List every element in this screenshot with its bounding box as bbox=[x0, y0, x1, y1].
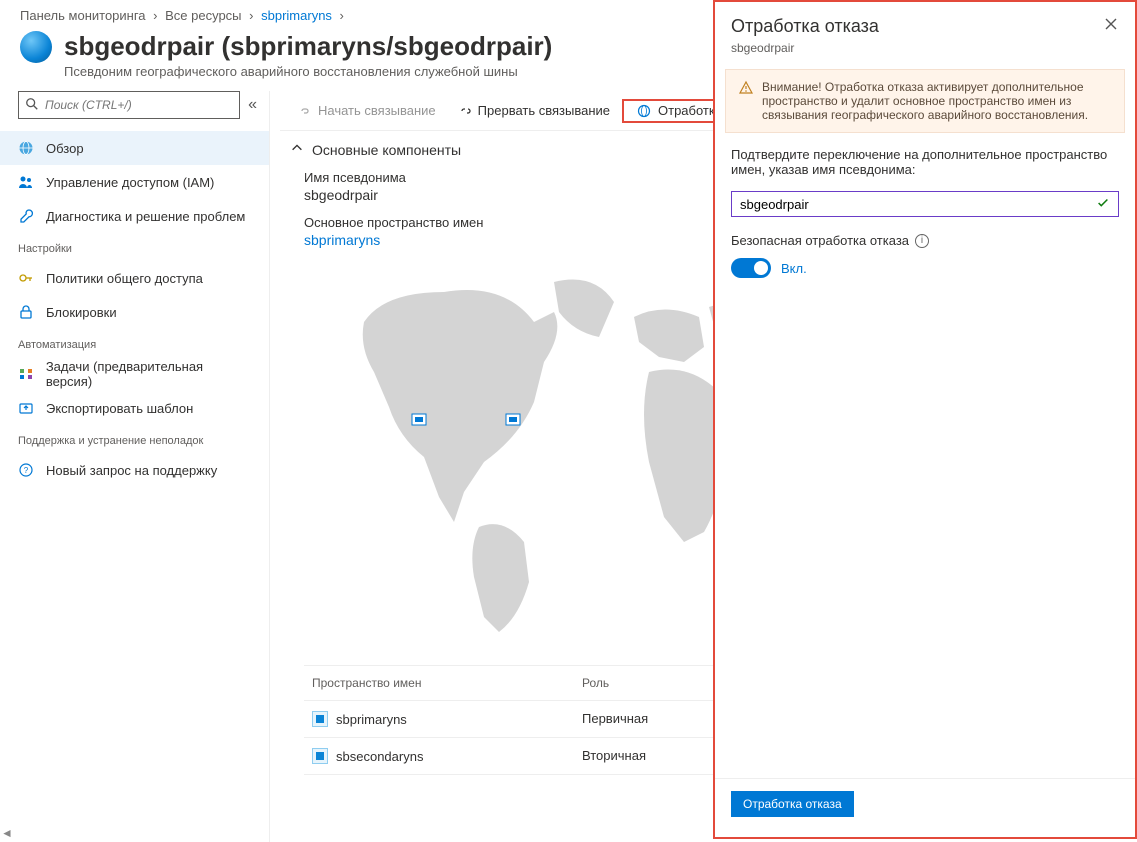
breadcrumb-item[interactable]: Все ресурсы bbox=[165, 8, 241, 23]
svg-text:?: ? bbox=[24, 466, 29, 475]
breadcrumb-item[interactable]: Панель мониторинга bbox=[20, 8, 146, 23]
warning-banner: Внимание! Отработка отказа активирует до… bbox=[725, 69, 1125, 133]
search-input[interactable] bbox=[18, 91, 240, 119]
close-button[interactable] bbox=[1103, 16, 1119, 37]
failover-submit-button[interactable]: Отработка отказа bbox=[731, 791, 854, 817]
namespace-icon bbox=[312, 711, 328, 727]
globe-icon bbox=[20, 31, 52, 63]
sidebar-section-settings: Настройки bbox=[0, 233, 269, 261]
page-subtitle: Псевдоним географического аварийного вос… bbox=[64, 64, 552, 79]
sidebar-item-label: Политики общего доступа bbox=[46, 271, 203, 286]
unlink-icon bbox=[456, 103, 472, 119]
scroll-left-icon[interactable]: ◄ bbox=[0, 825, 14, 841]
sidebar-section-support: Поддержка и устранение неполадок bbox=[0, 425, 269, 453]
export-icon bbox=[18, 400, 36, 416]
safe-failover-toggle[interactable] bbox=[731, 258, 771, 278]
sidebar-item-shared-access[interactable]: Политики общего доступа bbox=[0, 261, 269, 295]
globe-icon bbox=[636, 103, 652, 119]
sidebar-item-label: Задачи (предварительная версия) bbox=[46, 359, 251, 389]
chevron-right-icon: › bbox=[153, 8, 157, 23]
sidebar-item-label: Обзор bbox=[46, 141, 84, 156]
alias-confirm-input[interactable] bbox=[731, 191, 1119, 217]
toolbar-start-pairing[interactable]: Начать связывание bbox=[288, 91, 444, 130]
sidebar-item-new-support[interactable]: ? Новый запрос на поддержку bbox=[0, 453, 269, 487]
sidebar-item-label: Диагностика и решение проблем bbox=[46, 209, 245, 224]
confirm-instruction: Подтвердите переключение на дополнительн… bbox=[731, 147, 1119, 177]
toolbar-break-pairing[interactable]: Прервать связывание bbox=[448, 91, 618, 130]
sidebar-item-diagnostics[interactable]: Диагностика и решение проблем bbox=[0, 199, 269, 233]
breadcrumb-item[interactable]: sbprimaryns bbox=[261, 8, 332, 23]
sidebar-item-iam[interactable]: Управление доступом (IAM) bbox=[0, 165, 269, 199]
sidebar-item-overview[interactable]: Обзор bbox=[0, 131, 269, 165]
failover-blade: Отработка отказа sbgeodrpair Внимание! О… bbox=[713, 0, 1137, 839]
check-icon bbox=[1096, 196, 1110, 213]
namespace-icon bbox=[312, 748, 328, 764]
warning-icon bbox=[738, 80, 754, 122]
chevron-right-icon: › bbox=[340, 8, 344, 23]
safe-failover-label: Безопасная отработка отказа bbox=[731, 233, 909, 248]
table-header-namespace: Пространство имен bbox=[312, 676, 582, 690]
sidebar-item-tasks[interactable]: Задачи (предварительная версия) bbox=[0, 357, 269, 391]
sidebar-section-automation: Автоматизация bbox=[0, 329, 269, 357]
sidebar-item-export-template[interactable]: Экспортировать шаблон bbox=[0, 391, 269, 425]
blade-title: Отработка отказа bbox=[731, 16, 879, 37]
sidebar: « Обзор Управление доступом (IAM) Диагно… bbox=[0, 91, 270, 842]
blade-subtitle: sbgeodrpair bbox=[715, 41, 1135, 65]
lock-icon bbox=[18, 304, 36, 320]
sidebar-item-label: Управление доступом (IAM) bbox=[46, 175, 214, 190]
sidebar-item-label: Новый запрос на поддержку bbox=[46, 463, 217, 478]
sidebar-item-label: Экспортировать шаблон bbox=[46, 401, 193, 416]
collapse-sidebar-icon[interactable]: « bbox=[248, 96, 257, 114]
info-icon[interactable]: i bbox=[915, 234, 929, 248]
search-icon bbox=[25, 97, 39, 114]
people-icon bbox=[18, 174, 36, 190]
wrench-icon bbox=[18, 208, 36, 224]
globe-icon bbox=[18, 140, 36, 156]
sidebar-item-locks[interactable]: Блокировки bbox=[0, 295, 269, 329]
link-icon bbox=[296, 103, 312, 119]
key-icon bbox=[18, 270, 36, 286]
support-icon: ? bbox=[18, 462, 36, 478]
page-title: sbgeodrpair (sbprimaryns/sbgeodrpair) bbox=[64, 31, 552, 62]
toggle-state-label: Вкл. bbox=[781, 261, 807, 276]
chevron-up-icon bbox=[290, 141, 304, 158]
chevron-right-icon: › bbox=[249, 8, 253, 23]
sidebar-item-label: Блокировки bbox=[46, 305, 117, 320]
tasks-icon bbox=[18, 366, 36, 382]
